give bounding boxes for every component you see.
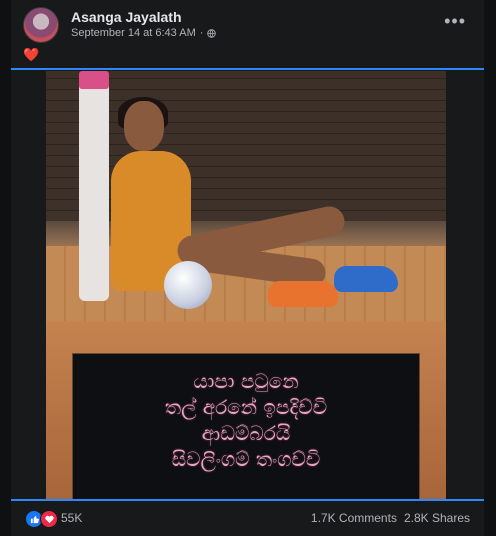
caption-line: සිවලිංගම් තංගච්චි: [171, 447, 321, 471]
post-timestamp[interactable]: September 14 at 6:43 AM: [71, 27, 196, 39]
engagement-stats: 1.7K Comments 2.8K Shares: [311, 511, 470, 525]
comments-count[interactable]: 1.7K Comments: [311, 511, 397, 525]
shares-count[interactable]: 2.8K Shares: [404, 511, 470, 525]
caption-line: ආඩම්බරයි: [201, 421, 291, 445]
netball: [164, 261, 212, 309]
caption-line: යාපා පටුනෙ: [193, 369, 299, 393]
netball-photo: [46, 71, 446, 321]
caption-line: තල් අරනේ ඉපදිච්චි: [164, 395, 328, 419]
reaction-emoji: ❤️: [23, 47, 40, 62]
author-name[interactable]: Asanga Jayalath: [71, 9, 182, 25]
post-footer: 55K 1.7K Comments 2.8K Shares: [11, 502, 484, 536]
player-shoe: [268, 281, 338, 307]
caption-text: යාපා පටුනෙ තල් අරනේ ඉපදිච්චි ආඩම්බරයි සි…: [86, 368, 406, 472]
more-options-button[interactable]: •••: [444, 11, 466, 32]
player-head: [124, 101, 164, 151]
author-avatar[interactable]: [23, 7, 59, 43]
post-header: Asanga Jayalath September 14 at 6:43 AM …: [11, 5, 484, 45]
reaction-icons[interactable]: [25, 510, 58, 528]
meta-separator: ·: [199, 27, 204, 39]
reactions-count[interactable]: 55K: [61, 511, 82, 525]
love-icon: [40, 510, 58, 528]
player-shoe: [334, 266, 398, 292]
post-image[interactable]: යාපා පටුනෙ තල් අරනේ ඉපදිච්චි ආඩම්බරයි සි…: [46, 71, 446, 499]
pole-padding: [79, 71, 109, 89]
globe-icon[interactable]: [207, 28, 217, 38]
post-meta: September 14 at 6:43 AM ·: [71, 27, 217, 39]
netball-pole: [79, 71, 109, 301]
content-divider-bottom: [11, 499, 484, 501]
content-divider-top: [11, 68, 484, 70]
